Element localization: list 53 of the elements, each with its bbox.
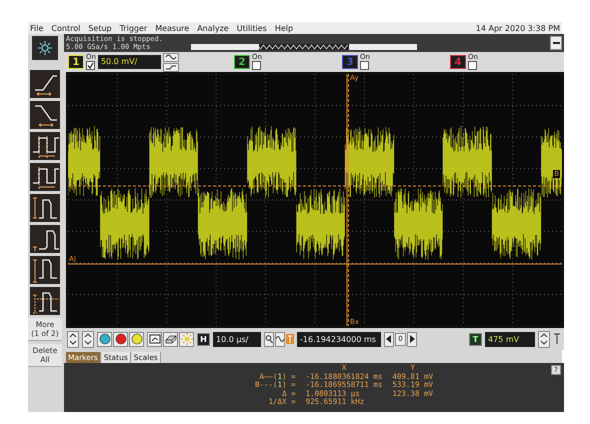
measure-button[interactable] [30,101,60,129]
sun-icon [37,40,53,56]
minimize-button[interactable] [550,36,562,50]
delay-field[interactable]: -16.194234000 ms [297,332,381,346]
vertical-arrows-button[interactable] [82,330,94,348]
up-down-arrows-icon [83,332,93,346]
menu-item[interactable]: Help [274,24,294,32]
logo-button[interactable] [32,36,58,60]
up-down-arrows-icon [539,332,549,346]
menu-item[interactable]: Trigger [120,24,148,32]
channel-button[interactable]: 1 [68,55,84,69]
checkbox[interactable] [86,61,95,70]
channel-button[interactable]: 2 [234,55,250,69]
left-button[interactable] [384,332,394,346]
display-icon [148,333,160,345]
vertical-arrows-button[interactable] [67,330,79,348]
checkbox[interactable] [468,61,477,70]
probe-button[interactable] [162,62,179,72]
checkbox[interactable] [360,61,369,70]
scale-field[interactable]: 50.0 mV/ [98,55,161,69]
trigger-button[interactable]: T [469,332,482,346]
probe-icon [164,64,177,70]
menu-item[interactable]: Setup [88,24,112,32]
trigger-position-icon [286,334,294,344]
trigger-level-field[interactable]: 475 mV [485,332,535,346]
up-down-arrows-icon [68,332,78,346]
right-button[interactable] [407,332,417,346]
date-time: 14 Apr 2020 3:38 PM [476,24,560,32]
trigger-pin-icon [553,333,561,345]
toolbar-button[interactable] [147,332,162,346]
menu-item[interactable]: Measure [155,24,190,32]
right-arrow-icon [409,335,415,343]
coupling-button[interactable] [162,52,179,62]
menu-item[interactable]: Utilities [236,24,267,32]
checkbox[interactable] [252,61,261,70]
toolbar-button[interactable] [163,332,178,346]
marker-line[interactable] [346,74,348,326]
menu-item[interactable]: Control [51,24,80,32]
zoom-button[interactable] [264,332,274,346]
horizontal-button[interactable]: H [197,332,210,346]
menu-item[interactable]: Analyze [197,24,229,32]
sun-icon [180,333,192,345]
wave-icon [276,334,284,344]
level-arrows-button[interactable] [538,330,550,348]
measure-button[interactable] [30,70,60,98]
ac-wave-icon [164,54,177,60]
marker-line[interactable] [348,74,349,326]
timebase-field[interactable]: 10.0 µs/ [213,332,261,346]
wave-button[interactable] [275,332,285,346]
checkmark-icon [87,62,94,69]
magnifier-icon [265,334,273,344]
menu-item[interactable]: File [30,24,44,32]
left-arrow-icon [386,335,392,343]
